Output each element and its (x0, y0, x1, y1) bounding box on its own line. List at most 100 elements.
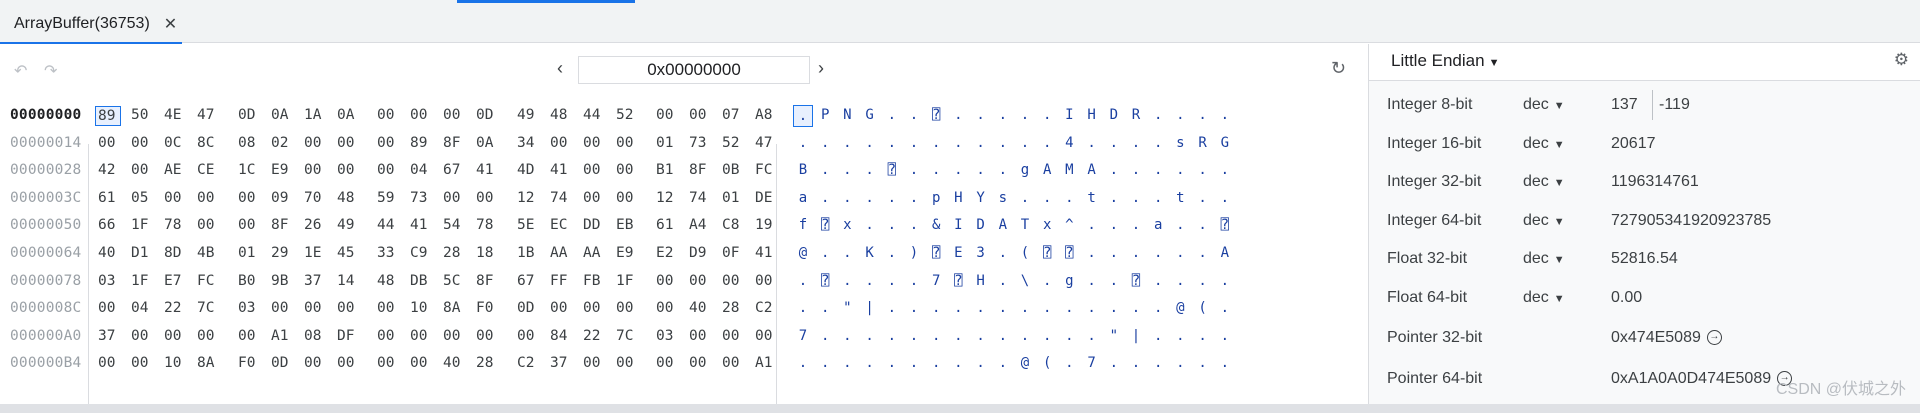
text-char[interactable]: . (816, 323, 834, 351)
hex-byte[interactable]: 09 (271, 185, 297, 213)
hex-byte[interactable]: 00 (616, 157, 642, 185)
hex-byte[interactable]: 61 (98, 185, 124, 213)
hex-byte[interactable]: 00 (656, 102, 682, 130)
text-char[interactable]: . (949, 350, 967, 378)
text-char[interactable]: . (1149, 102, 1167, 130)
text-char[interactable]: . (1149, 268, 1167, 296)
text-char[interactable]: . (1149, 240, 1167, 268)
redo-icon[interactable]: ↷ (44, 61, 57, 81)
close-icon[interactable]: ✕ (164, 14, 177, 34)
hex-byte[interactable]: 00 (377, 350, 403, 378)
text-char[interactable]: . (905, 295, 923, 323)
text-char[interactable]: g (1060, 268, 1078, 296)
hex-byte[interactable]: 00 (304, 130, 330, 158)
hex-byte[interactable]: 0D (517, 295, 543, 323)
text-char[interactable]: @ (1016, 350, 1034, 378)
text-char[interactable]: . (905, 323, 923, 351)
hex-byte[interactable]: 00 (98, 295, 124, 323)
hex-byte[interactable]: 28 (476, 350, 502, 378)
text-char[interactable]: R (1194, 130, 1212, 158)
text-char[interactable]: s (1171, 130, 1189, 158)
hex-byte[interactable]: 9B (271, 268, 297, 296)
hex-byte[interactable]: 40 (689, 295, 715, 323)
hex-byte[interactable]: 49 (517, 102, 543, 130)
text-char[interactable]: . (1016, 295, 1034, 323)
text-char[interactable]: . (838, 157, 856, 185)
text-char[interactable]: ( (1194, 295, 1212, 323)
hex-byte[interactable]: 73 (410, 185, 436, 213)
hex-byte[interactable]: E2 (656, 240, 682, 268)
hex-byte[interactable]: 00 (616, 130, 642, 158)
text-char[interactable]: . (949, 323, 967, 351)
hex-byte[interactable]: 00 (583, 157, 609, 185)
text-char[interactable]: . (861, 185, 879, 213)
hex-byte[interactable]: FB (583, 268, 609, 296)
hex-byte[interactable]: 04 (131, 295, 157, 323)
hex-byte[interactable]: 18 (476, 240, 502, 268)
text-char[interactable]: . (1105, 295, 1123, 323)
text-char[interactable]: s (994, 185, 1012, 213)
hex-byte[interactable]: 00 (689, 268, 715, 296)
text-char[interactable]: . (1149, 350, 1167, 378)
hex-byte[interactable]: 1C (238, 157, 264, 185)
hex-byte[interactable]: 03 (238, 295, 264, 323)
hex-byte[interactable]: 00 (377, 295, 403, 323)
text-char[interactable]: . (1083, 212, 1101, 240)
text-char[interactable]: . (1016, 185, 1034, 213)
hex-byte[interactable]: 8A (443, 295, 469, 323)
hex-byte[interactable]: E7 (164, 268, 190, 296)
text-char[interactable]: ⍰ (927, 102, 945, 130)
text-char[interactable]: a (794, 185, 812, 213)
text-char[interactable]: . (861, 323, 879, 351)
hex-byte[interactable]: 41 (410, 212, 436, 240)
hex-byte[interactable]: 00 (550, 130, 576, 158)
hex-byte[interactable]: 0D (476, 102, 502, 130)
text-char[interactable]: A (1038, 157, 1056, 185)
text-char[interactable]: G (861, 102, 879, 130)
hex-byte[interactable]: 0A (337, 102, 363, 130)
hex-byte[interactable]: 12 (517, 185, 543, 213)
hex-byte[interactable]: 00 (476, 323, 502, 351)
hex-byte[interactable]: D9 (689, 240, 715, 268)
hex-byte[interactable]: 5E (517, 212, 543, 240)
hex-byte[interactable]: C8 (722, 212, 748, 240)
text-char[interactable]: ⍰ (1060, 240, 1078, 268)
text-char[interactable]: . (905, 268, 923, 296)
hex-byte[interactable]: 37 (550, 350, 576, 378)
text-char[interactable]: . (1194, 350, 1212, 378)
hex-byte[interactable]: B1 (656, 157, 682, 185)
text-char[interactable]: . (949, 157, 967, 185)
hex-byte[interactable]: 45 (337, 240, 363, 268)
text-char[interactable]: . (949, 130, 967, 158)
text-char[interactable]: R (1127, 102, 1145, 130)
bottom-scrollbar[interactable] (0, 404, 1920, 413)
hex-byte[interactable]: 0D (271, 350, 297, 378)
text-char[interactable]: 7 (927, 268, 945, 296)
hex-byte[interactable]: EB (616, 212, 642, 240)
hex-byte[interactable]: E9 (616, 240, 642, 268)
text-char[interactable]: . (994, 157, 1012, 185)
hex-byte[interactable]: 00 (656, 295, 682, 323)
text-char[interactable]: ) (905, 240, 923, 268)
text-char[interactable]: . (883, 350, 901, 378)
hex-byte[interactable]: 66 (98, 212, 124, 240)
text-char[interactable]: . (927, 323, 945, 351)
text-char[interactable]: . (1171, 157, 1189, 185)
hex-byte[interactable]: F0 (476, 295, 502, 323)
text-char[interactable]: M (1060, 157, 1078, 185)
hex-byte[interactable]: 00 (656, 350, 682, 378)
hex-byte[interactable]: 05 (131, 185, 157, 213)
arrow-right-circle-icon[interactable]: → (1706, 330, 1722, 346)
text-char[interactable]: . (1127, 240, 1145, 268)
hex-byte[interactable]: A8 (755, 102, 781, 130)
text-char[interactable]: 3 (972, 240, 990, 268)
text-char[interactable]: . (905, 350, 923, 378)
text-char[interactable]: . (972, 157, 990, 185)
text-char[interactable]: . (816, 185, 834, 213)
text-char[interactable]: . (816, 157, 834, 185)
text-char[interactable]: . (883, 102, 901, 130)
text-char[interactable]: . (883, 268, 901, 296)
text-char[interactable]: . (1038, 295, 1056, 323)
hex-byte[interactable]: 00 (517, 323, 543, 351)
hex-byte[interactable]: 67 (517, 268, 543, 296)
